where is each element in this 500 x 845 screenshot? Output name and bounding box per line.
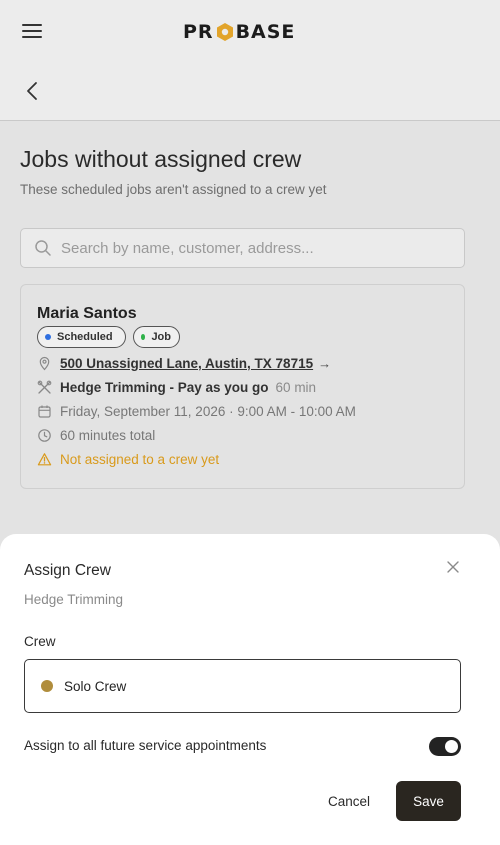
job-card[interactable]: Maria Santos Scheduled Job 500 Unassigne…	[20, 284, 465, 489]
close-icon[interactable]	[445, 559, 461, 575]
service-row: Hedge Trimming - Pay as you go 60 min	[37, 377, 316, 397]
type-dot	[141, 334, 146, 340]
crew-field-label: Crew	[24, 634, 56, 649]
search-box	[20, 228, 465, 268]
assign-crew-sheet: Assign Crew Hedge Trimming Crew Solo Cre…	[0, 534, 500, 845]
search-input[interactable]	[61, 229, 456, 267]
future-appointments-label: Assign to all future service appointment…	[24, 738, 267, 753]
status-dot	[45, 334, 51, 340]
sheet-title: Assign Crew	[24, 562, 111, 579]
type-badge-job: Job	[133, 326, 180, 348]
logo-text-right: BASE	[235, 21, 296, 43]
search-icon	[35, 240, 51, 256]
probase-logo[interactable]: PR BASE	[183, 19, 295, 45]
warning-text: Not assigned to a crew yet	[60, 451, 220, 467]
badge-label: Scheduled	[57, 331, 113, 343]
address-row: 500 Unassigned Lane, Austin, TX 78715 →	[37, 353, 331, 373]
logo-hexagon-icon	[216, 23, 233, 41]
service-name: Hedge Trimming - Pay as you go	[60, 379, 269, 395]
duration-row: 60 minutes total	[37, 425, 155, 445]
page-subtitle: These scheduled jobs aren't assigned to …	[20, 182, 327, 197]
cancel-button[interactable]: Cancel	[320, 781, 378, 821]
warning-triangle-icon	[37, 452, 52, 465]
chevron-left-icon[interactable]	[22, 78, 44, 104]
tools-icon	[37, 380, 52, 394]
arrow-right-icon: →	[318, 355, 332, 371]
save-button[interactable]: Save	[396, 781, 461, 821]
schedule-row: Friday, September 11, 2026 · 9:00 AM - 1…	[37, 401, 356, 421]
crew-select[interactable]: Solo Crew	[24, 659, 461, 713]
logo-text-left: PR	[183, 21, 214, 43]
warning-row: Not assigned to a crew yet	[37, 449, 219, 469]
customer-name: Maria Santos	[37, 305, 137, 322]
badge-label: Job	[151, 331, 171, 343]
calendar-icon	[38, 405, 51, 418]
clock-icon	[38, 428, 51, 442]
address-link[interactable]: 500 Unassigned Lane, Austin, TX 78715	[60, 356, 313, 371]
page-title: Jobs without assigned crew	[20, 146, 302, 172]
top-bar: PR BASE	[0, 0, 500, 62]
status-badge-scheduled: Scheduled	[37, 326, 126, 348]
toggle-knob	[445, 740, 458, 753]
sheet-subtitle: Hedge Trimming	[24, 592, 124, 607]
future-appointments-toggle[interactable]	[429, 737, 461, 756]
crew-color-dot	[41, 680, 53, 692]
location-pin-icon	[39, 356, 50, 370]
navigation-bar	[0, 62, 500, 121]
schedule-text: Friday, September 11, 2026 · 9:00 AM - 1…	[60, 403, 356, 419]
crew-selected-value: Solo Crew	[64, 678, 127, 694]
service-duration: 60 min	[275, 379, 317, 395]
hamburger-menu-icon[interactable]	[22, 24, 42, 40]
total-duration: 60 minutes total	[60, 427, 156, 443]
